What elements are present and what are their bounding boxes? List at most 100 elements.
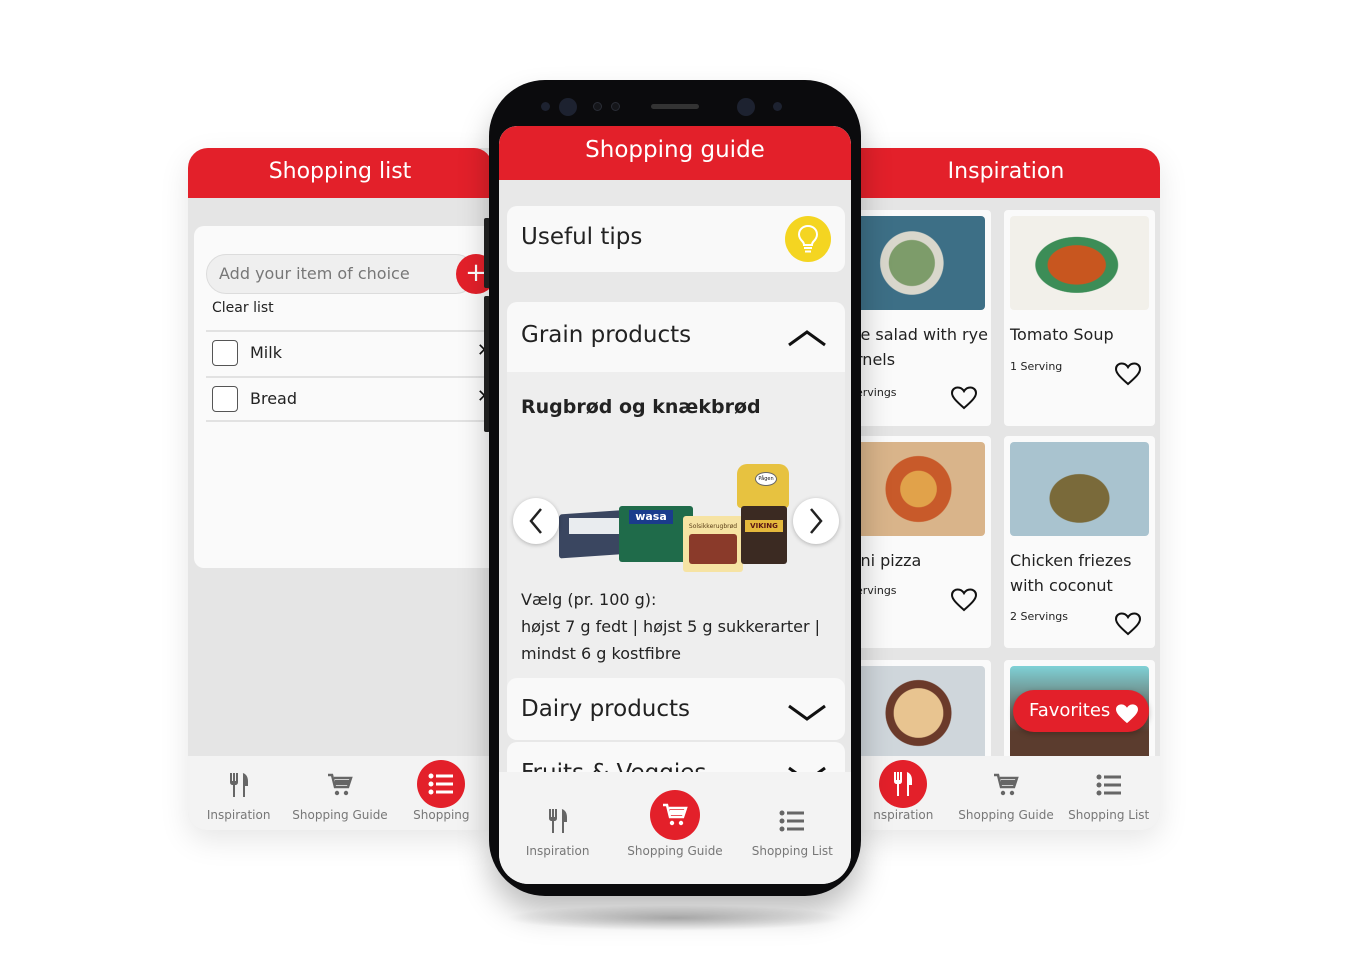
recipe-image — [1010, 442, 1149, 536]
useful-tips-card[interactable]: Useful tips — [507, 206, 845, 272]
product-label: Solsikkerugbrød — [688, 523, 738, 530]
cutlery-icon — [222, 768, 256, 802]
list-icon — [417, 760, 466, 808]
favorites-button[interactable]: Favorites — [1013, 690, 1149, 732]
sensor-icon — [593, 102, 602, 111]
product-label: wasa — [629, 510, 673, 524]
shopping-list-screen: Shopping list Add your item of choice + … — [188, 148, 492, 830]
carousel-next-button[interactable] — [793, 498, 839, 544]
recipe-name: Tomato Soup — [1010, 325, 1114, 344]
shopping-guide-header: Shopping guide — [499, 126, 851, 180]
item-checkbox[interactable] — [212, 386, 238, 412]
chevron-down-icon — [787, 702, 827, 726]
tab-label: Shopping Guide — [958, 808, 1054, 822]
product-label: VIKING — [745, 520, 783, 532]
recipe-servings: 1 Serving — [1010, 360, 1063, 373]
subsection-title: Rugbrød og knækbrød — [521, 396, 761, 418]
item-checkbox[interactable] — [212, 340, 238, 366]
showcase-stage: Shopping list Add your item of choice + … — [0, 0, 1350, 975]
recipe-card[interactable] — [852, 660, 991, 760]
recipe-card[interactable]: le salad with rye rnels ervings — [852, 210, 991, 426]
shopping-guide-screen: Shopping guide Useful tips Grain product… — [499, 126, 851, 884]
recipe-card[interactable]: ini pizza ervings — [852, 436, 991, 648]
recipe-name: le salad with rye rnels — [856, 325, 988, 369]
chevron-up-icon — [787, 328, 827, 352]
nutrition-guideline: Vælg (pr. 100 g): højst 7 g fedt | højst… — [521, 590, 821, 663]
recipe-image — [1010, 216, 1149, 310]
list-icon — [1092, 768, 1126, 802]
cutlery-icon — [541, 804, 575, 838]
tab-shopping-list[interactable]: Shopping List — [734, 804, 851, 858]
product-label: Pågen — [755, 472, 777, 486]
tab-label: nspiration — [873, 808, 934, 822]
heart-icon[interactable] — [1114, 362, 1142, 390]
recipe-image — [852, 442, 985, 536]
shopping-guide-title: Shopping guide — [585, 137, 765, 163]
phone-frame: Shopping guide Useful tips Grain product… — [489, 80, 861, 896]
tab-bar: Inspiration Shopping Guide Shopping — [188, 756, 492, 830]
useful-tips-label: Useful tips — [521, 224, 643, 250]
cart-icon — [649, 790, 700, 840]
section-grain-products[interactable]: Grain products — [507, 302, 845, 372]
heart-icon[interactable] — [950, 588, 978, 616]
heart-icon[interactable] — [1114, 612, 1142, 640]
tab-label: Shopping List — [751, 844, 833, 858]
list-icon — [775, 804, 809, 838]
carousel-prev-button[interactable] — [513, 498, 559, 544]
camera-icon — [559, 98, 577, 116]
section-label: Dairy products — [521, 696, 691, 722]
recipe-card[interactable]: Tomato Soup 1 Serving — [1004, 210, 1155, 426]
recipe-servings: 2 Servings — [1010, 610, 1069, 623]
tab-bar: nspiration Shopping Guide Shopping List — [852, 756, 1160, 830]
product-image: wasa Solsikkerugbrød Pågen VIKING — [559, 460, 809, 572]
tab-inspiration[interactable]: Inspiration — [499, 804, 616, 858]
tab-shopping-guide[interactable]: Shopping Guide — [955, 756, 1058, 830]
tab-shopping-list[interactable]: Shopping List — [1057, 756, 1160, 830]
sensor-icon — [611, 102, 620, 111]
recipe-name: ini pizza — [856, 551, 922, 570]
tab-label: Shopping Guide — [627, 844, 723, 858]
recipe-servings: ervings — [856, 386, 897, 399]
lightbulb-icon — [785, 216, 831, 262]
favorites-label: Favorites — [1029, 700, 1111, 721]
shopping-list-title: Shopping list — [268, 159, 412, 184]
inspiration-header: Inspiration — [852, 148, 1160, 198]
heart-filled-icon — [1115, 699, 1139, 741]
tab-shopping-guide[interactable]: Shopping Guide — [616, 790, 733, 858]
recipe-image — [852, 666, 985, 760]
sensor-icon — [541, 102, 550, 111]
cart-icon — [323, 768, 357, 802]
tab-label: Inspiration — [206, 808, 271, 822]
recipe-image — [852, 216, 985, 310]
clear-list-link[interactable]: Clear list — [212, 300, 274, 316]
recipe-card[interactable]: Chicken friezes with coconut 2 Servings — [1004, 436, 1155, 648]
section-label: Grain products — [521, 322, 692, 348]
earpiece — [651, 104, 699, 109]
shopping-list-header: Shopping list — [188, 148, 492, 198]
tab-label: Inspiration — [525, 844, 590, 858]
tab-label: Shopping Guide — [292, 808, 388, 822]
tab-shopping-guide[interactable]: Shopping Guide — [289, 756, 390, 830]
front-camera-icon — [737, 98, 755, 116]
add-item-input[interactable]: Add your item of choice — [206, 254, 476, 294]
tab-bar: Inspiration Shopping Guide Shopping List — [499, 772, 851, 884]
tab-label: Shopping — [413, 808, 470, 822]
tab-shopping-list[interactable]: Shopping — [391, 756, 492, 830]
list-item: Milk ✕ — [206, 330, 492, 376]
list-item: Bread ✕ — [206, 376, 492, 422]
heart-icon[interactable] — [950, 386, 978, 414]
recipe-servings: ervings — [856, 584, 897, 597]
section-dairy-products[interactable]: Dairy products — [507, 678, 845, 740]
cart-icon — [989, 768, 1023, 802]
shopping-list-card: Add your item of choice + Clear list Mil… — [194, 226, 492, 568]
item-label: Milk — [250, 343, 282, 362]
inspiration-screen: Inspiration le salad with rye rnels ervin… — [852, 148, 1160, 830]
phone-shadow — [505, 905, 845, 931]
sensor-icon — [773, 102, 782, 111]
tab-inspiration[interactable]: Inspiration — [188, 756, 289, 830]
inspiration-title: Inspiration — [947, 159, 1065, 184]
tab-label: Shopping List — [1068, 808, 1150, 822]
item-label: Bread — [250, 389, 298, 408]
recipe-name: Chicken friezes with coconut — [1010, 551, 1132, 595]
tab-inspiration[interactable]: nspiration — [852, 756, 955, 830]
